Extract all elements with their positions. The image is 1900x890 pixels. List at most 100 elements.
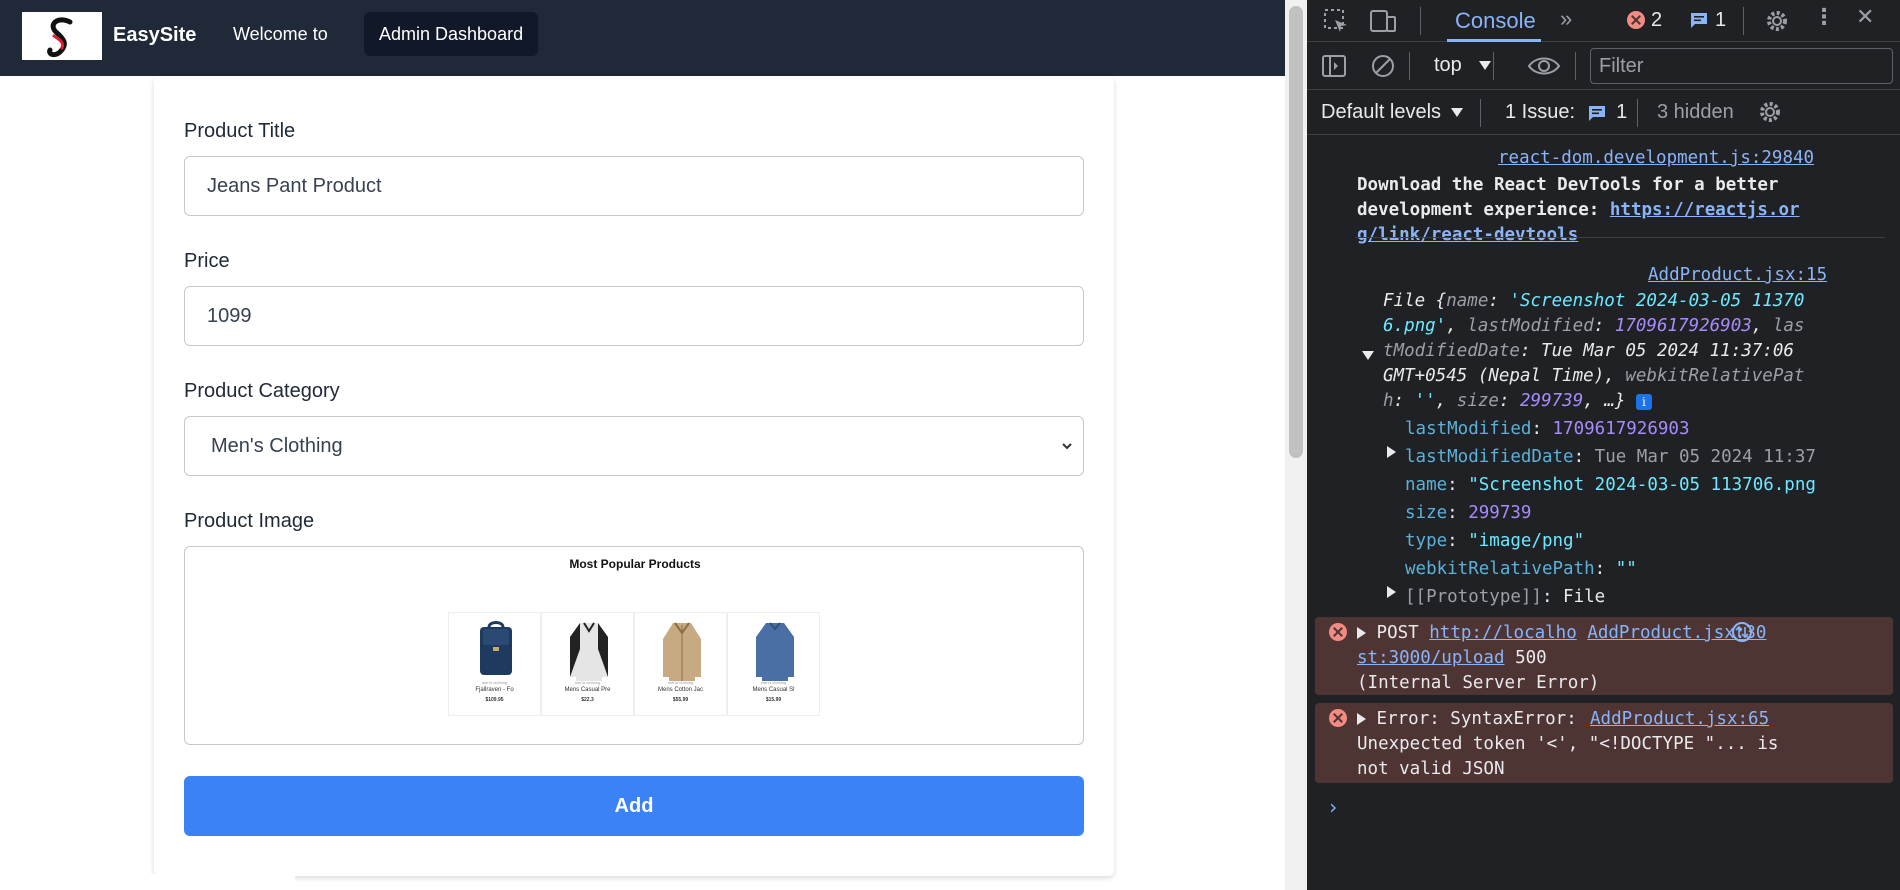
- file-ellipsis: …}: [1604, 391, 1626, 411]
- product-category-value: Men's Clothing: [211, 435, 343, 457]
- sidebar-toggle-icon[interactable]: [1321, 53, 1347, 79]
- prop-value: "": [1615, 559, 1637, 579]
- price-input[interactable]: 1099: [184, 286, 1084, 346]
- file-key: size: [1456, 391, 1499, 411]
- preview-product-price: $55.99: [672, 697, 689, 703]
- prop-key: webkitRelativePath: [1405, 559, 1595, 579]
- expand-arrow-icon[interactable]: [1357, 713, 1366, 725]
- console-filter-input[interactable]: Filter: [1590, 48, 1893, 84]
- default-levels-dropdown[interactable]: Default levels: [1321, 101, 1463, 124]
- file-object-preview[interactable]: File {name: 'Screenshot 2024-03-05 11370…: [1383, 289, 1883, 414]
- add-button[interactable]: Add: [184, 776, 1084, 836]
- file-key: las: [1772, 316, 1805, 336]
- more-tabs-icon[interactable]: »: [1560, 6, 1572, 32]
- error-status: 500: [1515, 648, 1547, 668]
- issues-label: 1 Issue:: [1505, 101, 1576, 123]
- error-type: Error: SyntaxError:: [1376, 709, 1577, 729]
- page-scrollbar-thumb[interactable]: [1289, 6, 1303, 458]
- expand-arrow-icon[interactable]: [1357, 627, 1366, 639]
- file-key: h: [1383, 391, 1394, 411]
- console-error-row[interactable]: POST http://localho AddProduct.jsx:30 st…: [1315, 617, 1893, 695]
- settings-gear-icon[interactable]: [1764, 8, 1790, 34]
- expand-arrow-icon[interactable]: [1387, 586, 1396, 598]
- toolbar-separator: [1480, 99, 1481, 127]
- product-title-label: Product Title: [184, 120, 296, 142]
- file-value: 299739: [1520, 391, 1584, 411]
- prop-key: type: [1405, 531, 1448, 551]
- issues-link[interactable]: 1 Issue: 1: [1505, 101, 1627, 124]
- logo[interactable]: [22, 12, 102, 60]
- error-icon: [1329, 709, 1347, 727]
- price-label: Price: [184, 250, 230, 272]
- inspect-element-icon[interactable]: [1323, 8, 1349, 34]
- preview-product-price: $15.99: [765, 697, 782, 703]
- context-selector[interactable]: top: [1434, 54, 1492, 77]
- toolbar-separator: [1409, 52, 1410, 80]
- log-divider: [1355, 237, 1885, 238]
- backpack-image: [480, 621, 512, 675]
- clear-console-icon[interactable]: [1370, 53, 1396, 79]
- preview-product-category: men's clothing: [481, 680, 508, 685]
- expand-arrow-icon[interactable]: [1387, 446, 1396, 458]
- preview-product-card: men's clothing Fjallraven - Fo $109.95: [448, 612, 541, 716]
- page-scrollbar[interactable]: [1285, 0, 1307, 890]
- error-message: Error: SyntaxError: AddProduct.jsx:65 Une…: [1357, 707, 1877, 782]
- product-category-select[interactable]: Men's Clothing: [184, 416, 1084, 476]
- expanded-arrow-icon[interactable]: [1362, 351, 1374, 360]
- close-devtools-icon[interactable]: ✕: [1856, 4, 1874, 30]
- prop-value: 299739: [1468, 503, 1532, 523]
- info-icon[interactable]: i: [1635, 394, 1652, 410]
- preview-product-grid: men's clothing Fjallraven - Fo $109.95 m…: [448, 612, 820, 716]
- preview-title: Most Popular Products: [569, 557, 701, 571]
- live-expression-eye-icon[interactable]: [1527, 54, 1561, 78]
- preview-product-card: men's clothing Mens Cotton Jac $55.99: [634, 612, 727, 716]
- nav-welcome-link[interactable]: Welcome to: [218, 12, 343, 56]
- jacket-image: [663, 622, 701, 681]
- log-source-link[interactable]: AddProduct.jsx:65: [1590, 707, 1769, 732]
- prop-key: lastModifiedDate: [1405, 447, 1574, 467]
- preview-product-price: $109.95: [485, 697, 504, 703]
- error-url-link-cont[interactable]: st:3000/upload: [1357, 648, 1505, 668]
- tshirt-image: [570, 622, 608, 681]
- log-source-link[interactable]: AddProduct.jsx:15: [1648, 265, 1827, 285]
- message-count-badge[interactable]: 1: [1689, 9, 1726, 34]
- log-source-link[interactable]: react-dom.development.js:29840: [1498, 148, 1814, 168]
- nav-admin-dashboard-link[interactable]: Admin Dashboard: [364, 12, 539, 56]
- error-method: POST: [1376, 623, 1419, 643]
- prop-value: File: [1563, 587, 1606, 607]
- preview-product-name: Mens Casual Pre: [564, 687, 611, 693]
- prop-key: [[Prototype]]: [1405, 587, 1542, 607]
- prop-value: "image/png": [1468, 531, 1585, 551]
- toolbar-separator: [1575, 52, 1576, 80]
- devtools-main-toolbar: Console » 2 1 ⋮ ✕: [1307, 0, 1900, 42]
- tab-console[interactable]: Console: [1447, 0, 1544, 42]
- context-selector-value: top: [1434, 54, 1462, 76]
- react-devtools-link[interactable]: https://reactjs.or: [1610, 200, 1800, 220]
- console-settings-gear-icon[interactable]: [1757, 99, 1783, 125]
- error-text: Unexpected token '<', "<!DOCTYPE "... is: [1357, 734, 1779, 754]
- console-error-row[interactable]: Error: SyntaxError: AddProduct.jsx:65 Une…: [1315, 703, 1893, 783]
- console-prompt-icon[interactable]: ›: [1327, 795, 1339, 819]
- product-title-input[interactable]: Jeans Pant Product: [184, 156, 1084, 216]
- file-value: '': [1414, 391, 1436, 411]
- file-value: Tue Mar 05 2024 11:37:06: [1541, 341, 1794, 361]
- device-toolbar-icon[interactable]: [1369, 8, 1397, 34]
- product-image-label: Product Image: [184, 510, 315, 532]
- prop-key: name: [1405, 475, 1448, 495]
- react-devtools-link-cont[interactable]: g/link/react-devtools: [1357, 225, 1578, 245]
- file-key: name: [1446, 291, 1489, 311]
- file-value: 'Screenshot 2024-03-05 11370: [1509, 291, 1805, 311]
- dropdown-arrow-icon: [1479, 61, 1492, 71]
- more-options-icon[interactable]: ⋮: [1813, 4, 1835, 30]
- longsleeve-image: [756, 622, 794, 681]
- error-url-link[interactable]: http://localho: [1429, 623, 1577, 643]
- file-value: 1709617926903: [1614, 316, 1752, 336]
- console-toolbar: top Filter: [1307, 42, 1900, 90]
- product-image-preview[interactable]: Most Popular Products men's clothing Fja…: [184, 546, 1084, 745]
- prop-value: 1709617926903: [1552, 419, 1690, 439]
- file-key: tModifiedDate: [1383, 341, 1520, 361]
- preview-product-price: $22.3: [581, 697, 594, 703]
- error-icon: [1329, 623, 1347, 641]
- brand-name[interactable]: EasySite: [113, 24, 196, 47]
- network-request-icon[interactable]: [1731, 621, 1753, 643]
